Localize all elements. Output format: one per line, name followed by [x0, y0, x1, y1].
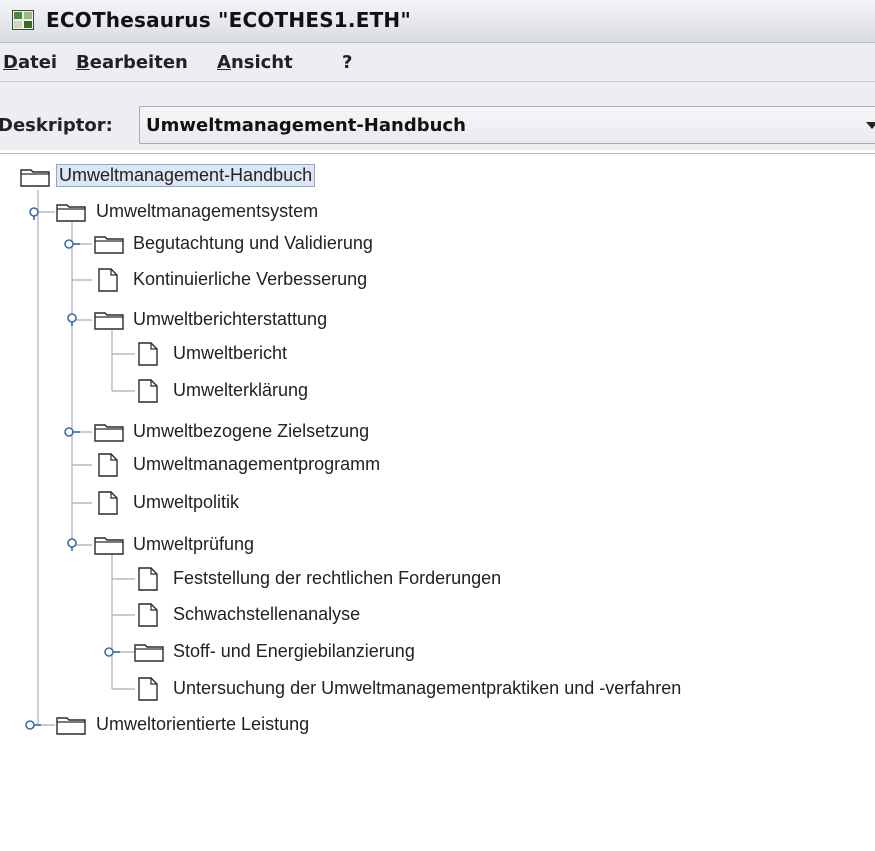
app-icon	[12, 10, 34, 30]
menu-ansicht[interactable]: Ansicht	[217, 52, 293, 73]
menu-label: earbeiten	[89, 52, 188, 73]
menu-bearbeiten[interactable]: Bearbeiten	[76, 52, 188, 73]
expanded-toggle-icon[interactable]	[65, 312, 79, 326]
tree-node-root[interactable]: Umweltmanagement-Handbuch	[56, 164, 316, 187]
document-icon	[98, 268, 118, 292]
descriptor-row: Deskriptor: Umweltmanagement-Handbuch	[0, 82, 875, 150]
menu-help[interactable]: ?	[342, 52, 352, 73]
document-icon	[138, 379, 158, 403]
descriptor-dropdown-button[interactable]	[850, 107, 875, 143]
descriptor-label: Deskriptor:	[0, 115, 113, 136]
tree-node[interactable]: Umweltprüfung	[133, 534, 254, 555]
menu-bar: Datei Bearbeiten Ansicht ?	[0, 43, 875, 82]
tree-node[interactable]: Umwelterklärung	[173, 380, 308, 401]
chevron-down-icon	[866, 122, 875, 129]
collapsed-toggle-icon[interactable]	[25, 718, 41, 732]
tree-node[interactable]: Umweltbericht	[173, 343, 287, 364]
tree-node[interactable]: Umweltmanagementprogramm	[133, 454, 380, 475]
tree-node[interactable]: Schwachstellenanalyse	[173, 604, 360, 625]
tree-node[interactable]: Begutachtung und Validierung	[133, 233, 373, 254]
title-bar: ECOThesaurus "ECOTHES1.ETH"	[0, 0, 875, 43]
tree-node[interactable]: Kontinuierliche Verbesserung	[133, 269, 367, 290]
menu-label: ?	[342, 52, 353, 73]
tree-node[interactable]: Umweltberichterstattung	[133, 309, 327, 330]
menu-mnemonic: B	[76, 52, 90, 73]
expanded-toggle-icon[interactable]	[65, 537, 79, 551]
tree-node[interactable]: Untersuchung der Umweltmanagementpraktik…	[173, 678, 681, 699]
document-icon	[138, 677, 158, 701]
collapsed-toggle-icon[interactable]	[64, 425, 80, 439]
folder-icon	[134, 644, 164, 662]
document-icon	[138, 567, 158, 591]
window-title: ECOThesaurus "ECOTHES1.ETH"	[46, 8, 411, 32]
menu-datei[interactable]: Datei	[3, 52, 57, 73]
folder-icon	[56, 717, 86, 735]
document-icon	[138, 342, 158, 366]
folder-icon	[94, 236, 124, 254]
tree-node[interactable]: Stoff- und Energiebilanzierung	[173, 641, 415, 662]
descriptor-value: Umweltmanagement-Handbuch	[146, 115, 466, 136]
menu-label: nsicht	[230, 52, 293, 73]
collapsed-toggle-icon[interactable]	[64, 237, 80, 251]
folder-icon	[94, 537, 124, 555]
expanded-toggle-icon[interactable]	[27, 206, 41, 220]
tree-node[interactable]: Umweltmanagementsystem	[96, 201, 318, 222]
collapsed-toggle-icon[interactable]	[104, 645, 120, 659]
descriptor-combobox[interactable]: Umweltmanagement-Handbuch	[139, 106, 875, 144]
folder-icon	[94, 424, 124, 442]
menu-label: atei	[17, 52, 58, 73]
tree-node[interactable]: Umweltorientierte Leistung	[96, 714, 309, 735]
tree-node[interactable]: Feststellung der rechtlichen Forderungen	[173, 568, 501, 589]
tree-connector-lines	[37, 190, 135, 726]
menu-mnemonic: A	[217, 52, 231, 73]
tree-node[interactable]: Umweltpolitik	[133, 492, 239, 513]
app-window: ECOThesaurus "ECOTHES1.ETH" Datei Bearbe…	[0, 0, 875, 851]
document-icon	[98, 491, 118, 515]
folder-icon	[20, 169, 50, 187]
menu-mnemonic: D	[3, 52, 18, 73]
document-icon	[138, 603, 158, 627]
folder-icon	[56, 204, 86, 222]
thesaurus-tree[interactable]: Umweltmanagement-Handbuch Umweltmanageme…	[0, 153, 875, 851]
folder-icon	[94, 312, 124, 330]
tree-node[interactable]: Umweltbezogene Zielsetzung	[133, 421, 369, 442]
document-icon	[98, 453, 118, 477]
